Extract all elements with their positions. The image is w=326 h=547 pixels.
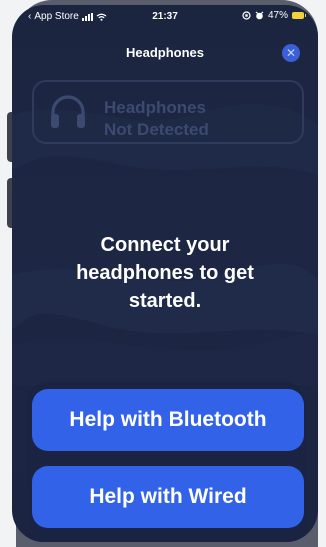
- status-line-1: Headphones: [104, 98, 207, 117]
- close-button[interactable]: ✕: [282, 44, 300, 62]
- app-screen: ‹ App Store 21:37 47% Headphones ✕ Headp…: [12, 5, 318, 542]
- help-bluetooth-button[interactable]: Help with Bluetooth: [32, 389, 304, 451]
- battery-percent: 47%: [267, 10, 288, 21]
- alarm-icon: [255, 11, 264, 20]
- close-icon: ✕: [285, 46, 297, 60]
- orientation-lock-icon: [242, 11, 251, 20]
- message-line-3: started.: [128, 290, 202, 312]
- help-wired-button[interactable]: Help with Wired: [32, 466, 304, 528]
- battery-icon: [292, 12, 306, 19]
- headphones-icon: [51, 95, 85, 128]
- message-line-2: headphones to get: [76, 262, 254, 284]
- headphones-status-text: Headphones Not Detected: [104, 97, 209, 141]
- connect-message: Connect your headphones to get started.: [42, 231, 288, 315]
- status-right: 47%: [242, 10, 306, 21]
- message-line-1: Connect your: [100, 234, 230, 256]
- status-line-2: Not Detected: [104, 120, 209, 139]
- headphones-status-card: Headphones Not Detected: [32, 80, 304, 144]
- page-title: Headphones: [125, 45, 204, 60]
- status-bar: ‹ App Store 21:37 47%: [12, 5, 318, 27]
